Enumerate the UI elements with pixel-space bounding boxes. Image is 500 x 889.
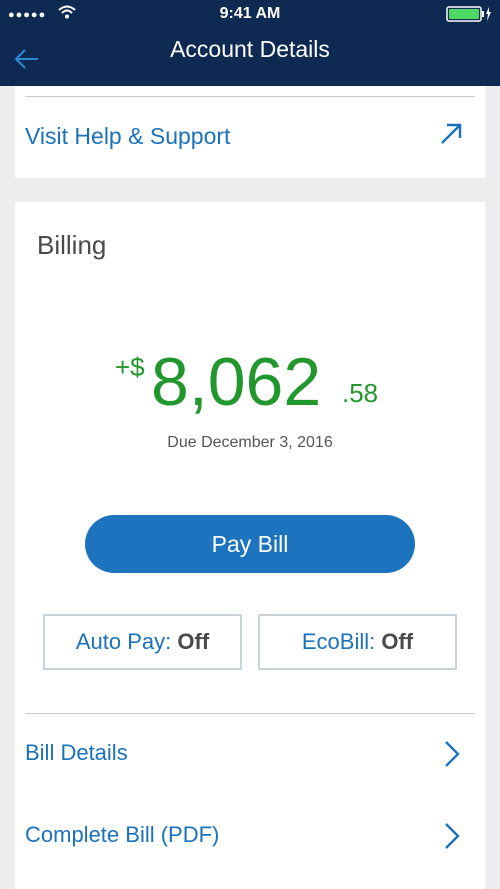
billing-heading: Billing [37, 230, 107, 260]
page-title: Account Details [170, 36, 330, 62]
status-time: 9:41 AM [219, 5, 281, 22]
complete-bill-pdf-link[interactable]: Complete Bill (PDF) [25, 808, 475, 864]
pay-bill-button[interactable]: Pay Bill [85, 515, 415, 573]
ecobill-label: EcoBill: [301, 629, 376, 654]
bill-details-link[interactable]: Bill Details [25, 726, 475, 782]
due-date: Due December 3, 2016 [167, 434, 333, 451]
amount-due: +$ 8,062 .58 [15, 342, 485, 422]
help-support-link[interactable]: Visit Help & Support [25, 108, 475, 164]
external-link-icon [441, 123, 462, 144]
billing-card: Billing +$ 8,062 .58 Due December 3, 201… [15, 202, 485, 889]
app-header: ●●●●● 9:41 AM Account Details [0, 0, 500, 86]
chevron-right-icon [445, 741, 460, 767]
bill-details-label: Bill Details [25, 740, 128, 765]
divider [25, 713, 475, 714]
auto-pay-state: Off [177, 629, 210, 654]
divider [25, 96, 475, 97]
help-support-label: Visit Help & Support [25, 123, 231, 149]
chevron-right-icon [445, 823, 460, 849]
complete-bill-label: Complete Bill (PDF) [25, 822, 220, 847]
help-card: Visit Help & Support [15, 86, 485, 178]
status-bar: ●●●●● 9:41 AM [0, 0, 500, 28]
auto-pay-button[interactable]: Auto Pay: Off [43, 614, 242, 670]
ecobill-button[interactable]: EcoBill: Off [258, 614, 457, 670]
auto-pay-label: Auto Pay: [75, 629, 172, 654]
amount-prefix: +$ [115, 352, 145, 382]
amount-cents: .58 [342, 378, 379, 408]
ecobill-state: Off [381, 629, 414, 654]
amount-whole: 8,062 [151, 344, 322, 420]
battery-icon [446, 6, 491, 22]
